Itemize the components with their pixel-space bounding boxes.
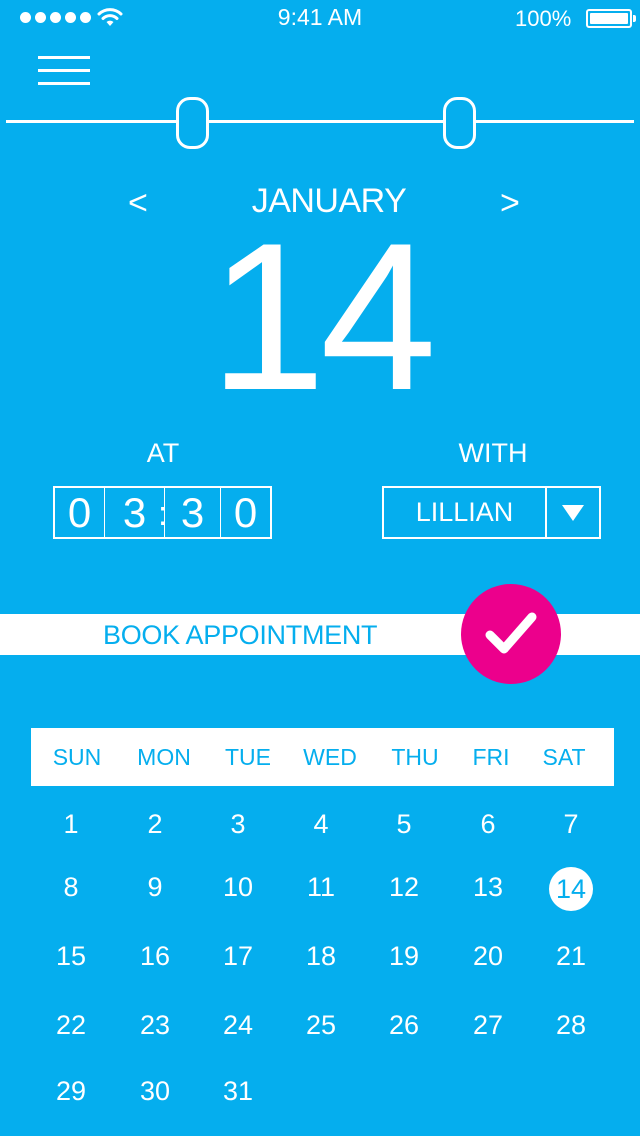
calendar-date[interactable]: 28: [541, 1010, 601, 1041]
calendar-date[interactable]: 22: [41, 1010, 101, 1041]
calendar-date[interactable]: 5: [374, 809, 434, 840]
calendar-date[interactable]: 15: [41, 941, 101, 972]
calendar-date[interactable]: 6: [458, 809, 518, 840]
calendar-date[interactable]: 4: [291, 809, 351, 840]
slider-handle-end[interactable]: [443, 97, 476, 149]
status-bar: 9:41 AM 100%: [0, 0, 640, 40]
calendar-date[interactable]: 17: [208, 941, 268, 972]
slider-handle-start[interactable]: [176, 97, 209, 149]
with-label: WITH: [458, 438, 528, 468]
calendar-date[interactable]: 18: [291, 941, 351, 972]
caret-down-icon[interactable]: [547, 488, 599, 537]
time-digit-hour-tens[interactable]: 0: [55, 488, 105, 537]
calendar-date[interactable]: 23: [125, 1010, 185, 1041]
calendar-date[interactable]: 8: [41, 872, 101, 903]
battery-percent: 100%: [515, 6, 572, 31]
calendar-date[interactable]: 16: [125, 941, 185, 972]
calendar-date[interactable]: 27: [458, 1010, 518, 1041]
calendar-date[interactable]: 21: [541, 941, 601, 972]
calendar-date[interactable]: 25: [291, 1010, 351, 1041]
calendar-date[interactable]: 19: [374, 941, 434, 972]
at-label: AT: [146, 438, 180, 468]
weekday-fri: FRI: [472, 744, 510, 770]
calendar-date[interactable]: 24: [208, 1010, 268, 1041]
book-appointment-label[interactable]: BOOK APPOINTMENT: [103, 620, 378, 651]
weekday-tue: TUE: [225, 744, 271, 770]
checkmark-icon: [485, 612, 537, 654]
calendar-date[interactable]: 9: [125, 872, 185, 903]
hamburger-menu-icon[interactable]: [38, 54, 90, 86]
calendar-date[interactable]: 12: [374, 872, 434, 903]
staff-select-value: LILLIAN: [384, 488, 547, 537]
weekday-sat: SAT: [542, 744, 586, 770]
calendar-date[interactable]: 13: [458, 872, 518, 903]
confirm-button[interactable]: [461, 584, 561, 684]
calendar-date[interactable]: 26: [374, 1010, 434, 1041]
time-separator: :: [158, 495, 168, 533]
calendar-date-selected[interactable]: 14: [549, 867, 593, 911]
weekday-mon: MON: [137, 744, 191, 770]
calendar-date[interactable]: 3: [208, 809, 268, 840]
calendar-date[interactable]: 2: [125, 809, 185, 840]
time-digit-minute-tens[interactable]: 3: [165, 488, 221, 537]
battery-tip: [633, 15, 636, 22]
time-digit-hour-ones[interactable]: 3: [105, 488, 165, 537]
calendar-date[interactable]: 7: [541, 809, 601, 840]
battery-icon: [586, 9, 632, 28]
time-digit-minute-ones[interactable]: 0: [221, 488, 270, 537]
calendar-date[interactable]: 31: [208, 1076, 268, 1107]
calendar-date[interactable]: 30: [125, 1076, 185, 1107]
calendar-date[interactable]: 11: [291, 872, 351, 903]
weekday-wed: WED: [303, 744, 357, 770]
staff-select[interactable]: LILLIAN: [382, 486, 601, 539]
calendar-date[interactable]: 1: [41, 809, 101, 840]
calendar-date[interactable]: 20: [458, 941, 518, 972]
selected-day-number: 14: [209, 199, 437, 434]
calendar-date[interactable]: 10: [208, 872, 268, 903]
weekday-sun: SUN: [52, 744, 102, 770]
slider-track[interactable]: [6, 120, 634, 123]
calendar-date[interactable]: 29: [41, 1076, 101, 1107]
weekday-thu: THU: [391, 744, 439, 770]
